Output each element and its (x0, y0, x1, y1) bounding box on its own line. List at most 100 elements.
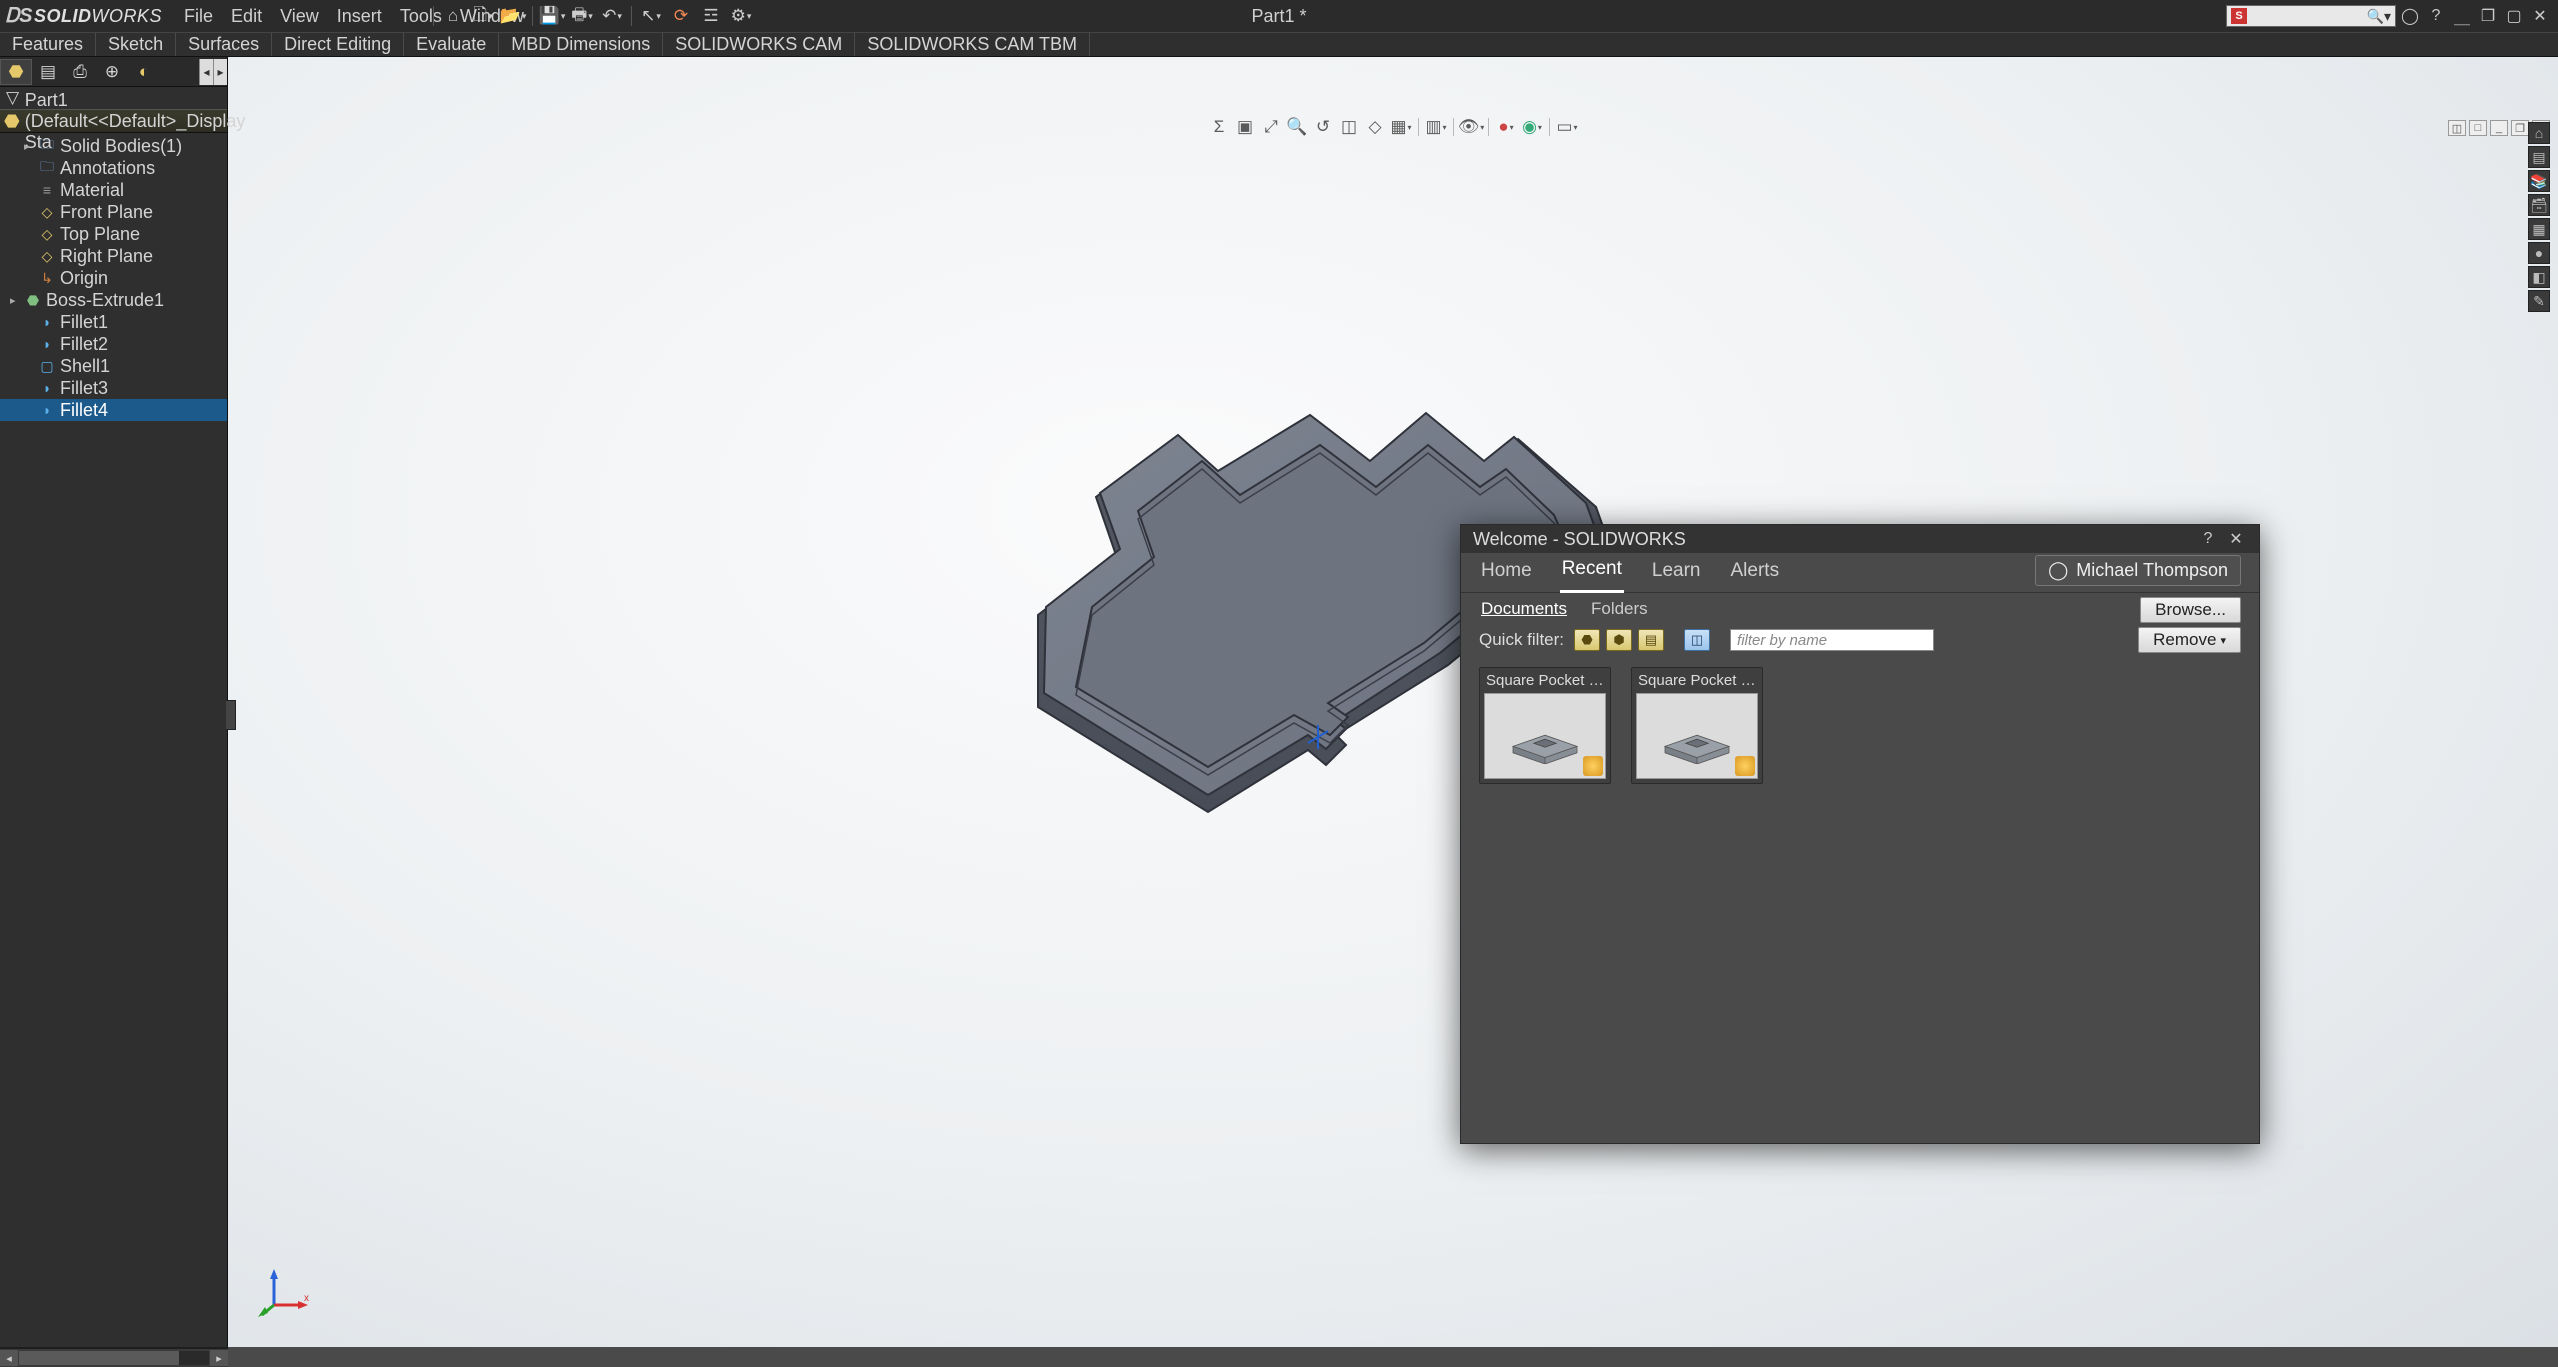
tree-item[interactable]: ◗Fillet3 (0, 377, 227, 399)
menu-insert[interactable]: Insert (337, 6, 382, 27)
equation-icon[interactable]: Σ (1207, 116, 1231, 138)
dialog-help-icon[interactable]: ? (2197, 528, 2219, 550)
subtab-folders[interactable]: Folders (1589, 595, 1650, 623)
restore-app-icon[interactable]: ▢ (2502, 4, 2526, 28)
open-doc-button[interactable]: 📂▾ (499, 4, 527, 28)
task-tab-custom-icon[interactable]: ◧ (2528, 266, 2550, 288)
tab-mbd-dimensions[interactable]: MBD Dimensions (499, 33, 663, 56)
options-button[interactable]: ⚙▾ (727, 4, 755, 28)
tree-item[interactable]: ▢Shell1 (0, 355, 227, 377)
tab-surfaces[interactable]: Surfaces (176, 33, 272, 56)
tree-item[interactable]: ↳Origin (0, 267, 227, 289)
tree-item[interactable]: ◗Fillet4 (0, 399, 227, 421)
fm-root-part[interactable]: ⬣ Part1 (Default<<Default>_Display Sta (0, 109, 227, 133)
tab-sketch[interactable]: Sketch (96, 33, 176, 56)
scroll-right-icon[interactable]: ▸ (210, 1350, 228, 1366)
tree-item[interactable]: ≡Material (0, 179, 227, 201)
task-tab-view-icon[interactable]: ▦ (2528, 218, 2550, 240)
task-tab-forum-icon[interactable]: ✎ (2528, 290, 2550, 312)
tab-learn[interactable]: Learn (1650, 552, 1703, 592)
task-tab-appearance-icon[interactable]: ● (2528, 242, 2550, 264)
close-icon[interactable]: ✕ (2528, 4, 2552, 28)
display-state-icon[interactable]: ▭▾ (1555, 116, 1579, 138)
filter-pinned-icon[interactable]: ◫ (1684, 629, 1710, 651)
save-button[interactable]: 💾▾ (538, 4, 566, 28)
zoom-area-icon[interactable]: 🔍 (1285, 116, 1309, 138)
panel-splitter[interactable] (226, 700, 236, 730)
scroll-thumb[interactable] (19, 1351, 179, 1365)
dialog-title-bar[interactable]: Welcome - SOLIDWORKS ? ✕ (1461, 525, 2259, 553)
vp-minimize-icon[interactable]: _ (2490, 120, 2508, 136)
appearance-icon[interactable]: ●▾ (1494, 116, 1518, 138)
select-button[interactable]: ↖▾ (637, 4, 665, 28)
login-icon[interactable]: ◯ (2398, 4, 2422, 28)
task-tab-library-icon[interactable]: 📚 (2528, 170, 2550, 192)
login-chip[interactable]: ◯ Michael Thompson (2035, 555, 2241, 586)
browse-button[interactable]: Browse... (2140, 597, 2241, 623)
rebuild-button[interactable]: ⟳ (667, 4, 695, 28)
home-button[interactable]: ⌂ (439, 4, 467, 28)
view-triad-icon[interactable]: x (258, 1261, 314, 1317)
tree-item[interactable]: 🗀Annotations (0, 157, 227, 179)
section-icon[interactable]: ◫ (1337, 116, 1361, 138)
minimize-child-icon[interactable]: ＿ (2450, 4, 2474, 28)
undo-button[interactable]: ↶▾ (598, 4, 626, 28)
filter-drawings-icon[interactable]: ▤ (1638, 629, 1664, 651)
tree-item[interactable]: ◇Top Plane (0, 223, 227, 245)
tab-solidworks-cam-tbm[interactable]: SOLIDWORKS CAM TBM (855, 33, 1090, 56)
fm-collapse-icon[interactable]: ▸ (213, 59, 227, 85)
menu-file[interactable]: File (184, 6, 213, 27)
fm-tab-dim-icon[interactable]: ⊕ (96, 59, 128, 85)
vp-restore-icon[interactable]: ❐ (2511, 120, 2529, 136)
restore-child-icon[interactable]: ❐ (2476, 4, 2500, 28)
tree-item[interactable]: ◇Front Plane (0, 201, 227, 223)
tree-item[interactable]: ◗Fillet1 (0, 311, 227, 333)
fm-tab-display-icon[interactable]: ◐ (128, 59, 160, 85)
menu-edit[interactable]: Edit (231, 6, 262, 27)
recent-document-card[interactable]: Square Pocket CA... (1479, 667, 1611, 784)
scene-icon[interactable]: ◉▾ (1520, 116, 1544, 138)
display-style-icon[interactable]: ▦▾ (1389, 116, 1413, 138)
remove-button[interactable]: Remove▾ (2138, 627, 2241, 653)
fm-expand-icon[interactable]: ◂ (199, 59, 213, 85)
view-settings-icon[interactable]: 👁▾ (1459, 116, 1483, 138)
help-icon[interactable]: ? (2424, 4, 2448, 28)
prev-view-icon[interactable]: ↺ (1311, 116, 1335, 138)
task-tab-explorer-icon[interactable]: 🗃 (2528, 194, 2550, 216)
fm-tab-config-icon[interactable]: ⎙ (64, 59, 96, 85)
options-list-button[interactable]: ☲ (697, 4, 725, 28)
dialog-close-icon[interactable]: ✕ (2225, 528, 2247, 550)
task-tab-home-icon[interactable]: ⌂ (2528, 122, 2550, 144)
fm-tab-property-icon[interactable]: ▤ (32, 59, 64, 85)
zoom-fit-icon[interactable]: ⤢ (1259, 116, 1283, 138)
tab-recent[interactable]: Recent (1560, 550, 1624, 593)
tab-direct-editing[interactable]: Direct Editing (272, 33, 404, 56)
tree-item[interactable]: ◇Right Plane (0, 245, 227, 267)
hide-show-icon[interactable]: ▥▾ (1424, 116, 1448, 138)
panel-h-scrollbar[interactable]: ◂ ▸ (0, 1349, 228, 1367)
orient-icon[interactable]: ▣ (1233, 116, 1257, 138)
vp-split-icon[interactable]: ◫ (2448, 120, 2466, 136)
expand-icon[interactable]: ▸ (10, 294, 20, 307)
command-search-input[interactable]: S 🔍▾ (2226, 5, 2396, 27)
tab-home[interactable]: Home (1479, 552, 1534, 592)
tab-alerts[interactable]: Alerts (1729, 552, 1782, 592)
expand-icon[interactable]: ▸ (24, 140, 34, 153)
filter-name-input[interactable]: filter by name (1730, 629, 1934, 651)
task-tab-resources-icon[interactable]: ▤ (2528, 146, 2550, 168)
new-doc-button[interactable]: 🗋▾ (469, 4, 497, 28)
filter-assemblies-icon[interactable]: ⬢ (1606, 629, 1632, 651)
recent-document-card[interactable]: Square Pocket CA... (1631, 667, 1763, 784)
tab-evaluate[interactable]: Evaluate (404, 33, 499, 56)
scroll-left-icon[interactable]: ◂ (0, 1350, 18, 1366)
filter-parts-icon[interactable]: ⬣ (1574, 629, 1600, 651)
fm-tab-tree-icon[interactable]: ⬣ (0, 59, 32, 85)
scroll-track[interactable] (19, 1351, 209, 1365)
tree-item[interactable]: ◗Fillet2 (0, 333, 227, 355)
tab-solidworks-cam[interactable]: SOLIDWORKS CAM (663, 33, 855, 56)
print-button[interactable]: 🖶▾ (568, 4, 596, 28)
orientation-icon[interactable]: ◇ (1363, 116, 1387, 138)
vp-maximize-icon[interactable]: □ (2469, 120, 2487, 136)
tree-item[interactable]: ▸⬣Boss-Extrude1 (0, 289, 227, 311)
menu-view[interactable]: View (280, 6, 319, 27)
